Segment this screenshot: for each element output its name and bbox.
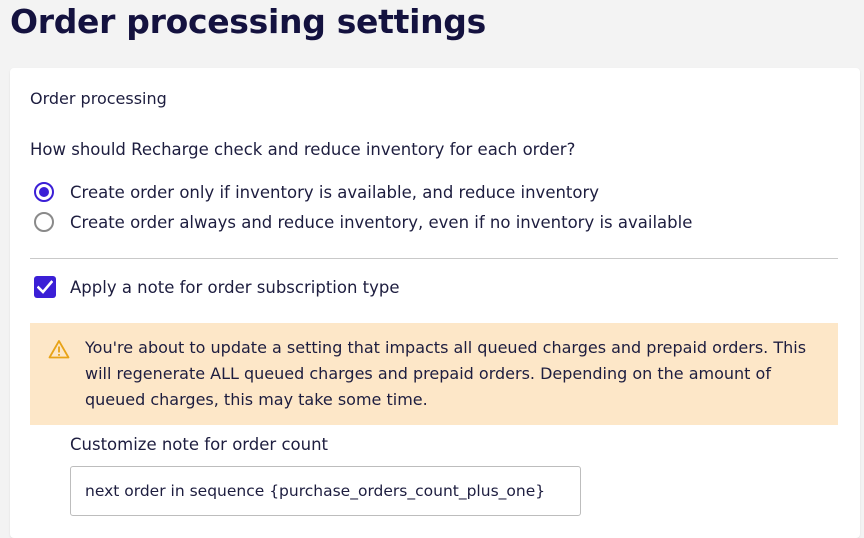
checkmark-icon [37, 280, 53, 294]
note-field-label: Customize note for order count [70, 435, 328, 454]
radio-button-selected[interactable] [34, 182, 54, 202]
page-title: Order processing settings [10, 2, 486, 41]
warning-triangle-icon [48, 340, 70, 359]
divider [30, 258, 838, 259]
radio-option-label: Create order always and reduce inventory… [70, 212, 693, 232]
apply-note-label: Apply a note for order subscription type [70, 277, 400, 297]
warning-banner: You're about to update a setting that im… [30, 323, 838, 425]
radio-option-always-create[interactable]: Create order always and reduce inventory… [34, 212, 692, 232]
order-processing-card: Order processing How should Recharge che… [10, 68, 860, 538]
order-note-input[interactable] [70, 466, 581, 516]
warning-text: You're about to update a setting that im… [85, 338, 807, 409]
radio-option-label: Create order only if inventory is availa… [70, 182, 600, 202]
apply-note-checkbox-row[interactable]: Apply a note for order subscription type [34, 276, 400, 298]
radio-button-unselected[interactable] [34, 212, 54, 232]
section-title: Order processing [30, 89, 167, 108]
inventory-question: How should Recharge check and reduce inv… [30, 140, 576, 159]
radio-option-inventory-available[interactable]: Create order only if inventory is availa… [34, 182, 599, 202]
apply-note-checkbox[interactable] [34, 276, 56, 298]
